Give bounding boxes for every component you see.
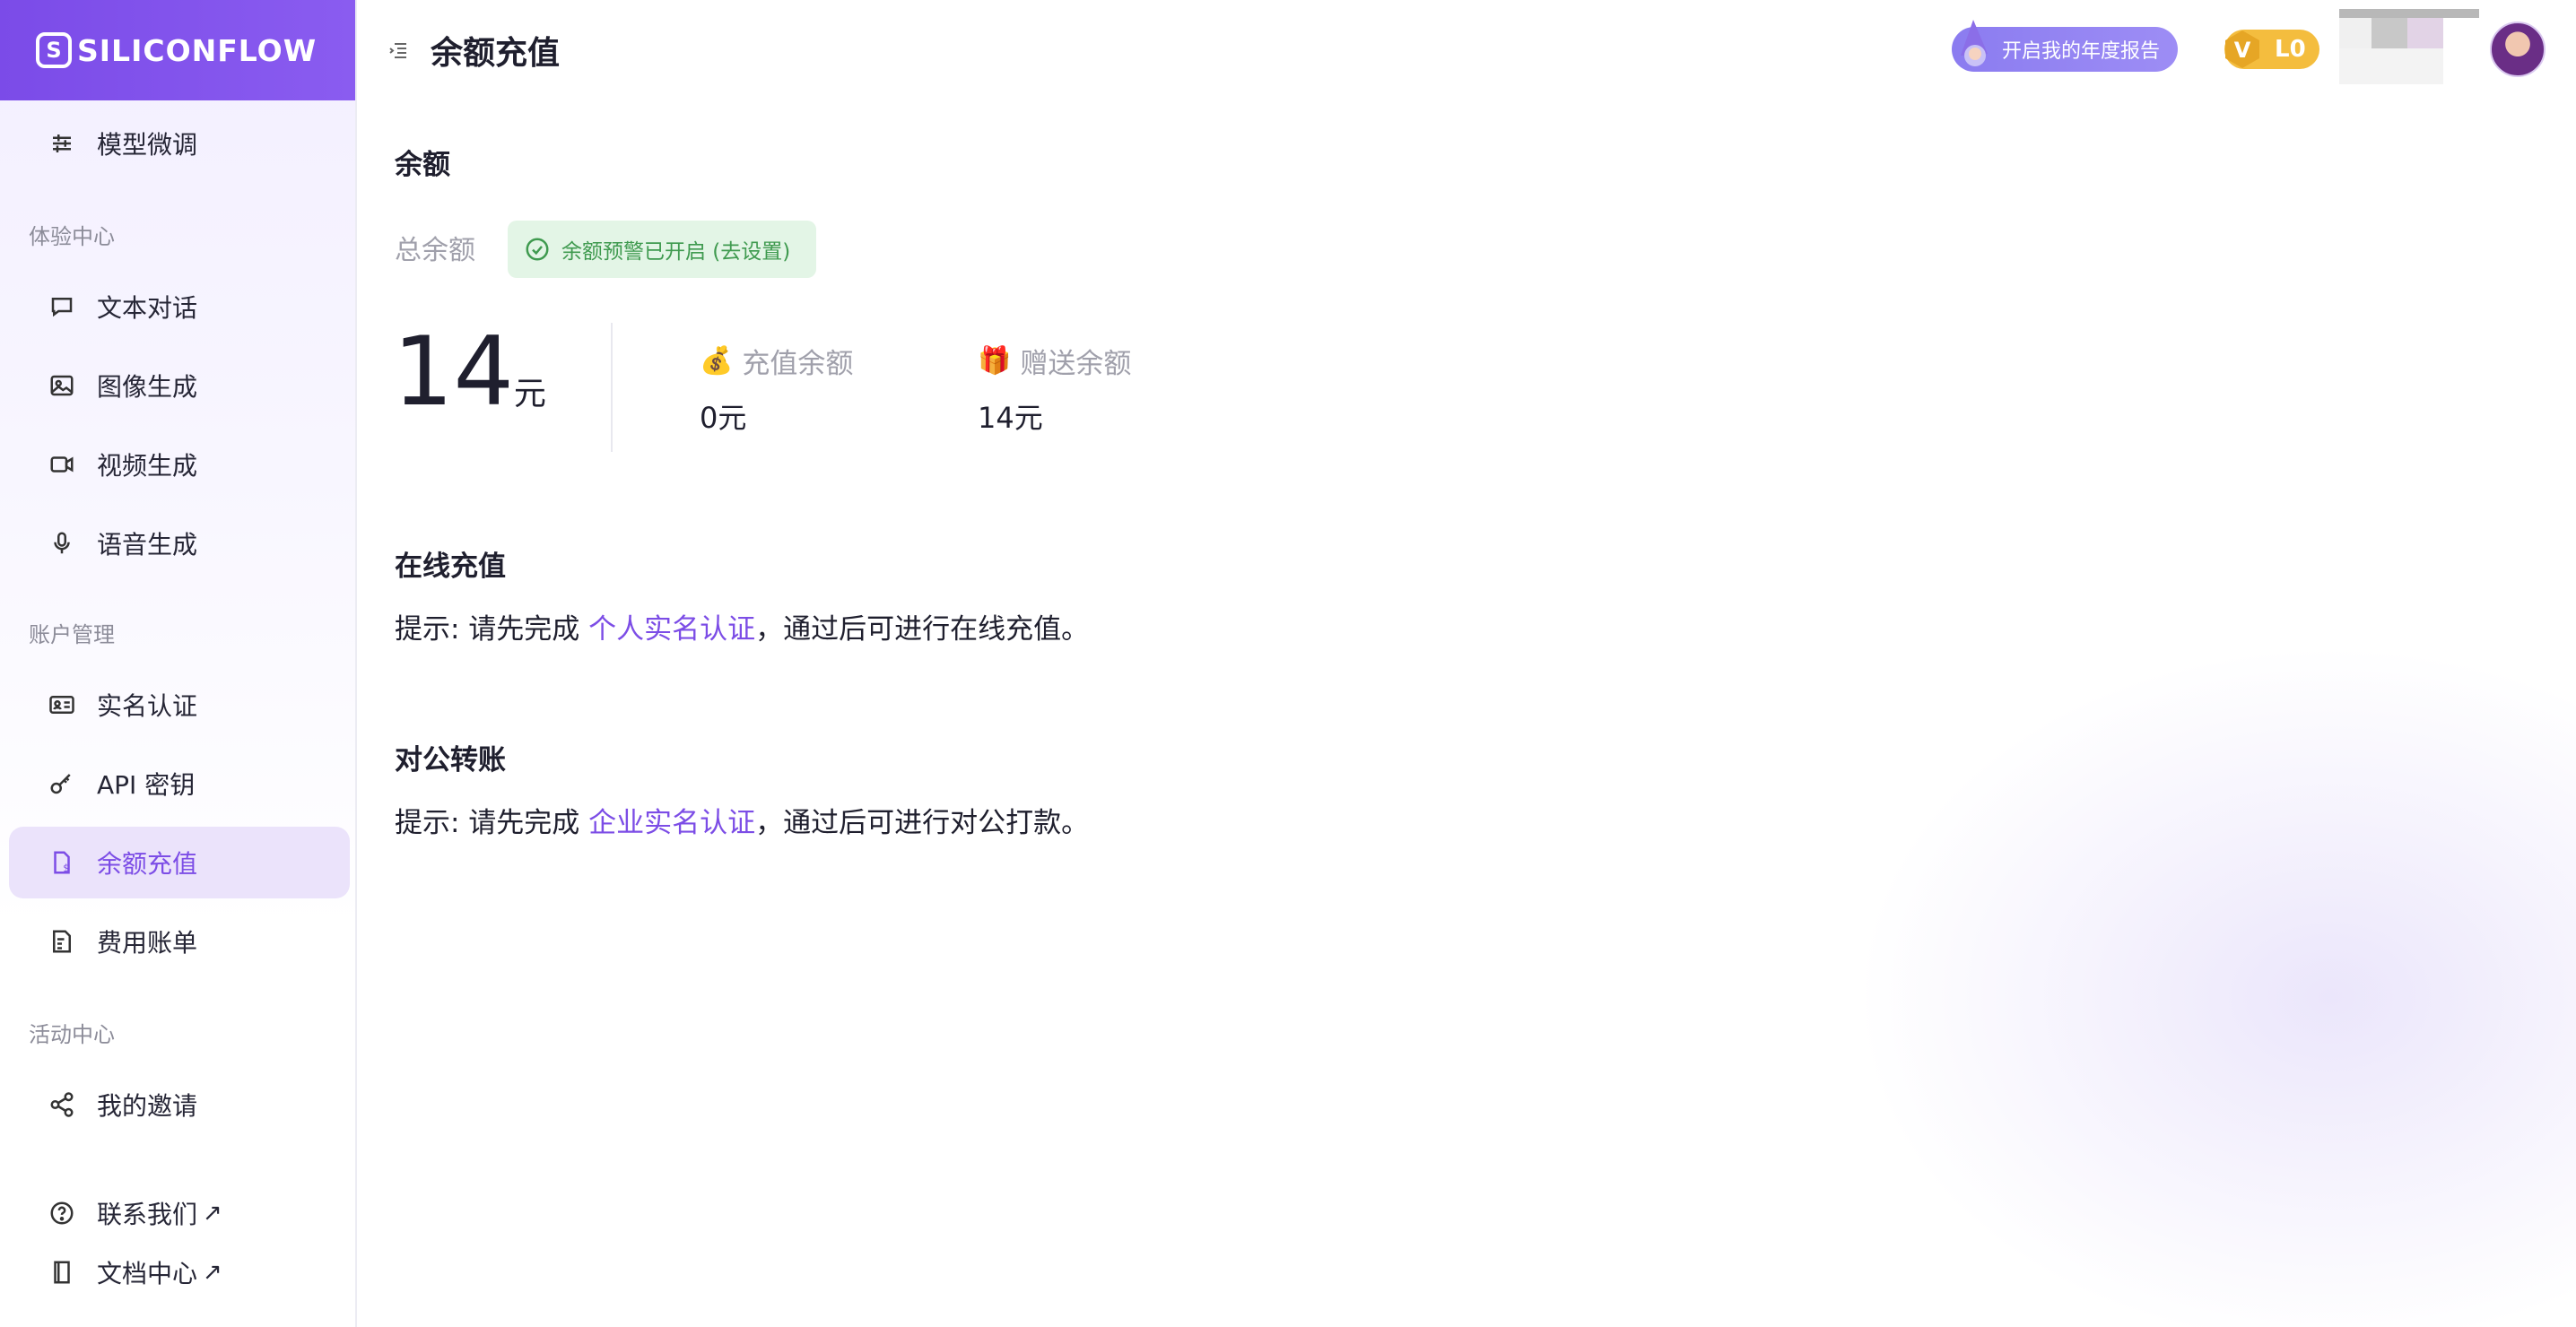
wizard-hat-icon	[1952, 16, 2002, 72]
siliconflow-logo-icon: S	[36, 32, 72, 68]
level-text: L0	[2275, 36, 2306, 63]
balance-alert-text: 余额预警已开启 (去设置)	[561, 240, 791, 264]
page-title: 余额充值	[431, 35, 561, 72]
sidebar-link-docs[interactable]: 文档中心 ↗	[9, 1237, 350, 1307]
key-icon	[48, 770, 75, 797]
sidebar-item-billing[interactable]: 费用账单	[9, 906, 350, 977]
sidebar-item-label: 我的邀请	[97, 1091, 198, 1121]
sidebar-item-invite[interactable]: 我的邀请	[9, 1069, 350, 1141]
sliders-icon	[48, 130, 75, 157]
corporate-transfer-tip: 提示: 请先完成 企业实名认证，通过后可进行对公打款。	[395, 800, 1089, 840]
sidebar-item-video-gen[interactable]: 视频生成	[9, 429, 350, 500]
section-label-account: 账户管理	[29, 622, 115, 647]
money-bag-icon: 💰	[700, 345, 734, 377]
sidebar-item-label: 语音生成	[97, 530, 198, 559]
sidebar-item-label: 联系我们	[97, 1200, 198, 1229]
tip-suffix: ，通过后可进行对公打款。	[755, 807, 1090, 839]
total-balance-unit: 元	[513, 376, 546, 412]
gift-balance-block: 🎁 赠送余额 14元	[978, 341, 1131, 437]
external-link-icon: ↗	[203, 1259, 222, 1286]
total-balance-label: 总余额	[395, 235, 475, 266]
sidebar-item-label: 模型微调	[97, 130, 198, 160]
sidebar-item-api-key[interactable]: API 密钥	[9, 748, 350, 820]
menu-collapse-icon[interactable]	[387, 39, 409, 61]
user-avatar[interactable]	[2490, 22, 2546, 77]
book-icon	[48, 1259, 75, 1286]
sidebar-item-label: 余额充值	[97, 849, 198, 879]
recharge-balance-label: 充值余额	[742, 348, 854, 380]
vip-shield-icon: V	[2221, 28, 2264, 71]
tip-suffix: ，通过后可进行在线充值。	[755, 613, 1090, 646]
sidebar-item-text-chat[interactable]: 文本对话	[9, 271, 350, 343]
sidebar-item-label: 费用账单	[97, 928, 198, 958]
bill-icon	[48, 928, 75, 955]
balance-heading: 余额	[395, 149, 450, 181]
mic-icon	[48, 530, 75, 557]
recharge-balance-value: 0元	[700, 401, 747, 435]
brand-name: SILICONFLOW	[77, 32, 318, 68]
sidebar-item-label: 图像生成	[97, 372, 198, 402]
level-badge[interactable]: V L0	[2224, 30, 2319, 69]
enterprise-verification-link[interactable]: 企业实名认证	[588, 807, 755, 839]
tip-prefix: 提示: 请先完成	[395, 807, 589, 839]
help-circle-icon	[48, 1200, 75, 1227]
total-balance-value: 14元	[393, 325, 546, 420]
annual-report-button[interactable]: 开启我的年度报告	[1952, 20, 2178, 72]
sidebar-item-voice-gen[interactable]: 语音生成	[9, 507, 350, 579]
corporate-transfer-heading: 对公转账	[395, 744, 506, 776]
share-icon	[48, 1091, 75, 1118]
top-header: 余额充值 开启我的年度报告 V L0	[357, 0, 2576, 100]
sidebar-item-label: API 密钥	[97, 770, 196, 800]
sidebar-item-image-gen[interactable]: 图像生成	[9, 350, 350, 421]
tip-prefix: 提示: 请先完成	[395, 613, 589, 646]
external-link-icon: ↗	[203, 1200, 222, 1227]
online-recharge-tip: 提示: 请先完成 个人实名认证，通过后可进行在线充值。	[395, 606, 1089, 646]
divider	[611, 323, 613, 452]
sidebar-item-model-finetune[interactable]: 模型微调	[9, 108, 350, 179]
id-card-icon	[48, 691, 75, 718]
video-icon	[48, 451, 75, 478]
section-label-activity: 活动中心	[29, 1022, 115, 1047]
svg-text:V: V	[2234, 38, 2251, 63]
balance-alert-chip[interactable]: 余额预警已开启 (去设置)	[508, 221, 816, 278]
sidebar-item-label: 文本对话	[97, 293, 198, 323]
recharge-icon: $	[48, 849, 75, 876]
sidebar-item-real-name[interactable]: 实名认证	[9, 669, 350, 741]
sidebar-item-label: 视频生成	[97, 451, 198, 481]
personal-verification-link[interactable]: 个人实名认证	[588, 613, 755, 646]
gift-balance-value: 14元	[978, 401, 1043, 435]
blurred-username	[2339, 9, 2479, 84]
sidebar: S SILICONFLOW 模型微调 体验中心 文本对话 图像生成 视频生成 语…	[0, 0, 357, 1327]
total-balance-number: 14	[393, 317, 514, 427]
main-content: 余额 总余额 余额预警已开启 (去设置) 14元 💰 充值余额 0元 🎁 赠送余…	[357, 100, 2576, 1327]
brand-logo[interactable]: S SILICONFLOW	[0, 0, 355, 100]
gift-balance-label: 赠送余额	[1020, 348, 1132, 380]
chat-icon	[48, 293, 75, 320]
section-label-experience: 体验中心	[29, 224, 115, 249]
annual-report-label: 开启我的年度报告	[2002, 40, 2161, 63]
sidebar-item-label: 文档中心	[97, 1259, 198, 1288]
check-circle-icon	[526, 238, 549, 261]
sidebar-item-recharge[interactable]: $ 余额充值	[9, 827, 350, 898]
gift-icon: 🎁	[978, 345, 1012, 377]
sidebar-item-label: 实名认证	[97, 691, 198, 721]
recharge-balance-block: 💰 充值余额 0元	[700, 341, 853, 437]
svg-text:$: $	[63, 863, 69, 874]
image-icon	[48, 372, 75, 399]
online-recharge-heading: 在线充值	[395, 551, 506, 583]
